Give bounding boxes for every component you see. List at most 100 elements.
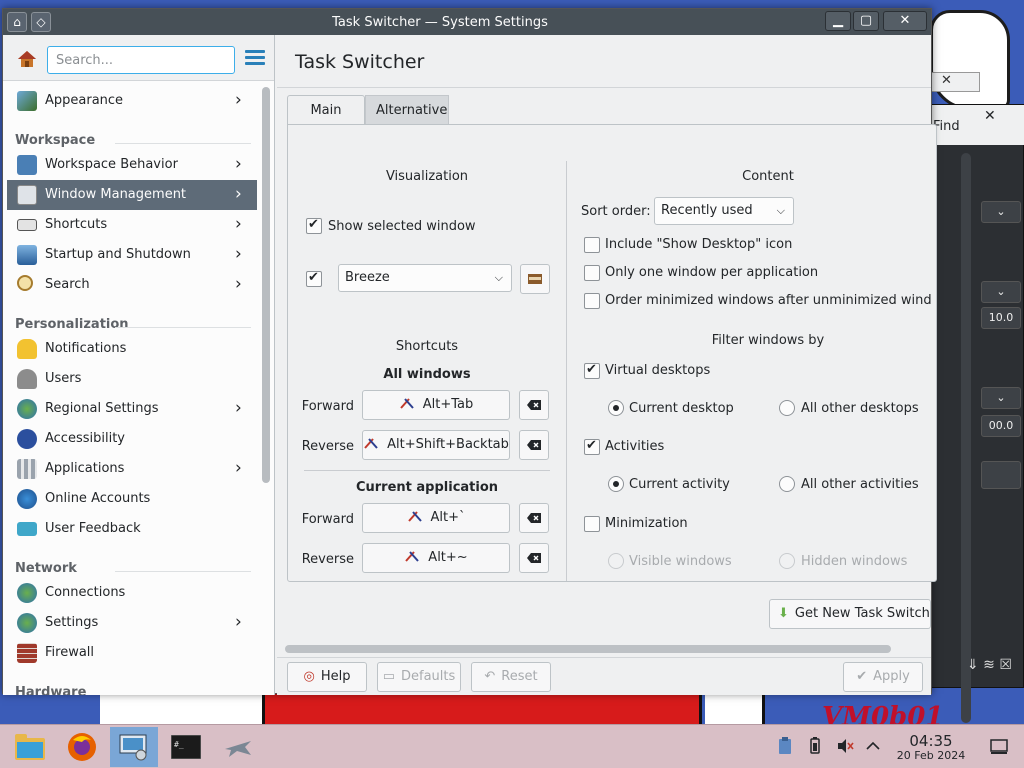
sidebar-item-connections[interactable]: Connections bbox=[7, 578, 257, 608]
order-minimized-label: Order minimized windows after unminimize… bbox=[605, 293, 931, 308]
toolbar-icons[interactable]: ⇓ ≋ ☒ bbox=[967, 657, 1023, 677]
spinbox[interactable]: 10.0 bbox=[981, 307, 1021, 329]
current-app-reverse-shortcut-button[interactable]: Alt+~ bbox=[362, 543, 510, 573]
taskbar: #_ 04:35 20 Feb 2024 bbox=[0, 724, 1024, 768]
maximize-button[interactable]: ▢ bbox=[853, 11, 879, 31]
scrollbar[interactable] bbox=[961, 153, 971, 723]
configure-style-button[interactable] bbox=[520, 264, 550, 294]
apply-button[interactable]: ✔ Apply bbox=[843, 662, 923, 692]
close-icon[interactable]: ✕ bbox=[984, 108, 1002, 124]
show-selected-window-label: Show selected window bbox=[328, 219, 476, 234]
all-windows-forward-shortcut-button[interactable]: Alt+Tab bbox=[362, 390, 510, 420]
sidebar-scrollbar[interactable] bbox=[262, 87, 270, 483]
visible-windows-radio[interactable] bbox=[608, 553, 624, 569]
sidebar-item-applications[interactable]: Applications › bbox=[7, 454, 257, 484]
include-show-desktop-checkbox[interactable] bbox=[584, 237, 600, 253]
hidden-windows-radio[interactable] bbox=[779, 553, 795, 569]
activities-label: Activities bbox=[605, 439, 665, 454]
accessibility-icon bbox=[17, 429, 37, 449]
sidebar-item-user-feedback[interactable]: User Feedback bbox=[7, 514, 257, 544]
shortcut-value: Alt+~ bbox=[428, 550, 468, 565]
title-bar[interactable]: ⌂ ◇ Task Switcher — System Settings ▁ ▢ … bbox=[3, 9, 931, 35]
shortcut-icon bbox=[407, 511, 422, 522]
chevron-right-icon: › bbox=[235, 184, 242, 204]
horizontal-scrollbar[interactable] bbox=[285, 645, 891, 653]
sidebar-item-firewall[interactable]: Firewall bbox=[7, 638, 257, 668]
background-window[interactable]: Find ✕ ⌄ ⌄ 10.0 ⌄ 00.0 ⇓ ≋ ☒ bbox=[928, 104, 1024, 723]
sidebar-item-workspace-behavior[interactable]: Workspace Behavior › bbox=[7, 150, 257, 180]
current-activity-radio[interactable] bbox=[608, 476, 624, 492]
sidebar-item-startup-and-shutdown[interactable]: Startup and Shutdown › bbox=[7, 240, 257, 270]
close-button[interactable]: ✕ bbox=[883, 11, 927, 31]
all-other-desktops-label: All other desktops bbox=[801, 401, 919, 416]
button-label: Defaults bbox=[401, 669, 456, 684]
taskbar-terminal[interactable]: #_ bbox=[162, 727, 210, 767]
sidebar-item-label: Notifications bbox=[45, 341, 127, 356]
sort-order-select[interactable]: Recently used ⌵ bbox=[654, 197, 794, 225]
reset-button[interactable]: ↶ Reset bbox=[471, 662, 551, 692]
visualization-style-checkbox[interactable] bbox=[306, 270, 322, 287]
battery-icon[interactable] bbox=[806, 737, 824, 755]
sidebar-item-regional-settings[interactable]: Regional Settings › bbox=[7, 394, 257, 424]
show-selected-window-checkbox[interactable] bbox=[306, 217, 322, 234]
shortcut-value: Alt+Tab bbox=[422, 397, 474, 412]
minimize-button[interactable]: ▁ bbox=[825, 11, 851, 31]
all-windows-reverse-shortcut-button[interactable]: Alt+Shift+Backtab bbox=[362, 430, 510, 460]
sidebar-item-label: Workspace Behavior bbox=[45, 157, 178, 172]
taskbar-system-settings[interactable] bbox=[110, 727, 158, 767]
activities-checkbox[interactable] bbox=[584, 438, 600, 455]
chevron-right-icon: › bbox=[235, 612, 242, 632]
sidebar-item-online-accounts[interactable]: Online Accounts bbox=[7, 484, 257, 514]
current-app-forward-shortcut-button[interactable]: Alt+` bbox=[362, 503, 510, 533]
sidebar-item-label: Firewall bbox=[45, 645, 95, 660]
hamburger-menu-icon[interactable] bbox=[245, 50, 265, 66]
chevron-right-icon: › bbox=[235, 274, 242, 294]
tab-main[interactable]: Main bbox=[287, 95, 365, 125]
help-button[interactable]: ◎ Help bbox=[287, 662, 367, 692]
dropdown[interactable]: ⌄ bbox=[981, 387, 1021, 409]
taskbar-firefox[interactable] bbox=[58, 727, 106, 767]
clock-time[interactable]: 04:35 bbox=[904, 732, 958, 750]
chevron-up-icon[interactable] bbox=[864, 737, 882, 755]
taskbar-jet-app[interactable] bbox=[214, 727, 262, 767]
clear-shortcut-button[interactable] bbox=[519, 543, 549, 573]
sidebar-item-users[interactable]: Users bbox=[7, 364, 257, 394]
sidebar-item-label: Connections bbox=[45, 585, 126, 600]
show-desktop-icon[interactable] bbox=[990, 737, 1008, 755]
sidebar-item-notifications[interactable]: Notifications bbox=[7, 334, 257, 364]
background-window-small[interactable]: ✕ bbox=[930, 72, 980, 92]
minimization-checkbox[interactable] bbox=[584, 516, 600, 532]
get-new-task-switchers-button[interactable]: ⬇ Get New Task Switchers... bbox=[769, 599, 931, 629]
window-title: Task Switcher — System Settings bbox=[332, 15, 548, 30]
clock-date[interactable]: 20 Feb 2024 bbox=[888, 749, 974, 762]
home-icon[interactable] bbox=[17, 49, 37, 69]
all-other-desktops-radio[interactable] bbox=[779, 400, 795, 416]
all-other-activities-radio[interactable] bbox=[779, 476, 795, 492]
dropdown[interactable]: ⌄ bbox=[981, 281, 1021, 303]
taskbar-file-manager[interactable] bbox=[6, 727, 54, 767]
tab-alternative[interactable]: Alternative bbox=[365, 95, 449, 125]
virtual-desktops-checkbox[interactable] bbox=[584, 362, 600, 379]
one-window-per-app-checkbox[interactable] bbox=[584, 265, 600, 281]
clear-shortcut-button[interactable] bbox=[519, 430, 549, 460]
sidebar-item-search[interactable]: Search › bbox=[7, 270, 257, 300]
sidebar-item-settings[interactable]: Settings › bbox=[7, 608, 257, 638]
spinbox[interactable]: 00.0 bbox=[981, 415, 1021, 437]
users-icon bbox=[17, 369, 37, 389]
clear-shortcut-button[interactable] bbox=[519, 503, 549, 533]
sidebar-item-appearance[interactable]: Appearance › bbox=[7, 86, 257, 116]
clear-shortcut-button[interactable] bbox=[519, 390, 549, 420]
volume-muted-icon[interactable] bbox=[836, 737, 854, 755]
close-icon[interactable]: ✕ bbox=[941, 73, 952, 88]
defaults-button[interactable]: ▭ Defaults bbox=[377, 662, 461, 692]
search-input[interactable] bbox=[47, 46, 235, 74]
chevron-right-icon: › bbox=[235, 214, 242, 234]
order-minimized-checkbox[interactable] bbox=[584, 293, 600, 309]
clipboard-icon[interactable] bbox=[776, 737, 794, 755]
current-desktop-radio[interactable] bbox=[608, 400, 624, 416]
visualization-style-select[interactable]: Breeze ⌵ bbox=[338, 264, 512, 292]
sidebar-item-shortcuts[interactable]: Shortcuts › bbox=[7, 210, 257, 240]
sidebar-item-accessibility[interactable]: Accessibility bbox=[7, 424, 257, 454]
dropdown[interactable]: ⌄ bbox=[981, 201, 1021, 223]
sidebar-item-window-management[interactable]: Window Management › bbox=[7, 180, 257, 210]
